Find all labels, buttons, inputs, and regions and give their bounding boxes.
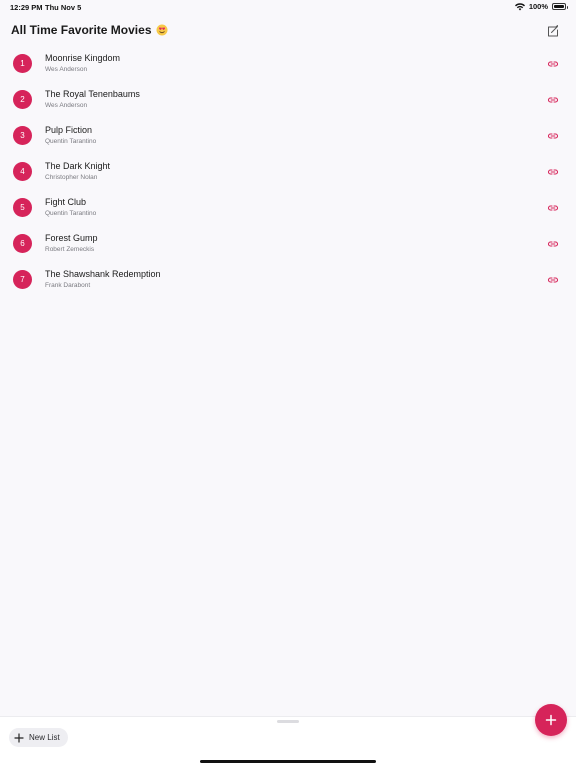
link-icon[interactable] xyxy=(546,129,560,143)
new-list-button[interactable]: New List xyxy=(9,728,68,747)
movie-row[interactable]: 3 Pulp Fiction Quentin Tarantino xyxy=(0,118,576,154)
movie-director: Christopher Nolan xyxy=(45,174,98,181)
movie-title: The Dark Knight xyxy=(45,161,111,171)
link-icon[interactable] xyxy=(546,93,560,107)
movie-director: Wes Anderson xyxy=(45,66,88,73)
status-date: Thu Nov 5 xyxy=(45,3,82,12)
status-time: 12:29 PM xyxy=(10,3,43,12)
movie-title: Moonrise Kingdom xyxy=(45,53,121,63)
link-icon[interactable] xyxy=(546,165,560,179)
plus-icon xyxy=(14,732,24,743)
movie-title: The Royal Tenenbaums xyxy=(45,89,140,99)
status-bar: 12:29 PM Thu Nov 5 100% xyxy=(0,0,576,14)
status-right: 100% xyxy=(514,2,568,11)
new-list-label: New List xyxy=(29,733,60,742)
edit-list-icon[interactable] xyxy=(546,24,560,38)
movie-title: Fight Club xyxy=(45,197,87,207)
link-icon[interactable] xyxy=(546,201,560,215)
movie-title: Forest Gump xyxy=(45,233,98,243)
heart-eyes-emoji-icon xyxy=(156,24,167,36)
battery-icon xyxy=(552,3,568,10)
movie-row[interactable]: 5 Fight Club Quentin Tarantino xyxy=(0,190,576,226)
movie-director: Quentin Tarantino xyxy=(45,210,97,217)
rank-badge: 5 xyxy=(13,198,32,217)
link-icon[interactable] xyxy=(546,237,560,251)
add-movie-button[interactable] xyxy=(535,704,567,736)
movie-row[interactable]: 1 Moonrise Kingdom Wes Anderson xyxy=(0,46,576,82)
page-title-wrap: All Time Favorite Movies xyxy=(11,23,168,37)
movie-director: Frank Darabont xyxy=(45,282,91,289)
movie-director: Wes Anderson xyxy=(45,102,88,109)
rank-badge: 6 xyxy=(13,234,32,253)
wifi-icon xyxy=(514,2,525,10)
home-indicator xyxy=(200,760,376,763)
sheet-grabber[interactable] xyxy=(277,720,299,723)
movie-director: Robert Zemeckis xyxy=(45,246,95,253)
rank-badge: 3 xyxy=(13,126,32,145)
movie-row[interactable]: 7 The Shawshank Redemption Frank Darabont xyxy=(0,262,576,298)
battery-percent: 100% xyxy=(528,2,548,11)
movie-title: The Shawshank Redemption xyxy=(45,269,161,279)
movie-title: Pulp Fiction xyxy=(45,125,93,135)
link-icon[interactable] xyxy=(546,273,560,287)
page-title: All Time Favorite Movies xyxy=(11,23,152,37)
header: All Time Favorite Movies xyxy=(0,20,576,42)
movie-director: Quentin Tarantino xyxy=(45,138,97,145)
movie-row[interactable]: 2 The Royal Tenenbaums Wes Anderson xyxy=(0,82,576,118)
link-icon[interactable] xyxy=(546,57,560,71)
movie-list: 1 Moonrise Kingdom Wes Anderson 2 The Royal … xyxy=(0,46,576,298)
add-icon xyxy=(545,714,557,726)
movie-row[interactable]: 6 Forest Gump Robert Zemeckis xyxy=(0,226,576,262)
movie-row[interactable]: 4 The Dark Knight Christopher Nolan xyxy=(0,154,576,190)
rank-badge: 1 xyxy=(13,54,32,73)
rank-badge: 4 xyxy=(13,162,32,181)
rank-badge: 7 xyxy=(13,270,32,289)
rank-badge: 2 xyxy=(13,90,32,109)
